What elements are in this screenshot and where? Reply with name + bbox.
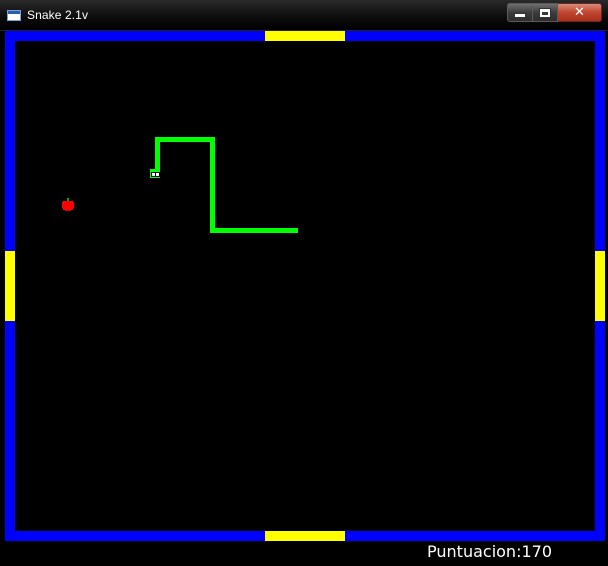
snake-body-segment: [155, 137, 215, 142]
maximize-button[interactable]: [533, 3, 558, 22]
maximize-icon: [539, 7, 551, 18]
score-label: Puntuacion:170: [427, 542, 552, 561]
snake-eye: [155, 172, 160, 177]
snake-body-segment: [210, 228, 298, 233]
minimize-icon: [514, 13, 526, 18]
window-controls: ✕: [507, 3, 602, 22]
game-area: [15, 41, 595, 531]
snake-head: [150, 169, 160, 178]
game-board: [5, 31, 605, 541]
title-bar[interactable]: Snake 2.1v ✕: [0, 0, 608, 31]
window-title: Snake 2.1v: [27, 8, 89, 22]
close-button[interactable]: ✕: [558, 3, 602, 22]
bottom-door: [265, 531, 345, 541]
snake-window: Snake 2.1v ✕ Puntuacion:170: [0, 0, 608, 566]
minimize-button[interactable]: [507, 3, 533, 22]
snake-body-segment: [210, 137, 215, 233]
snake-body-segment: [155, 137, 160, 173]
right-door: [595, 251, 605, 321]
status-bar: Puntuacion:170: [0, 541, 608, 566]
top-door: [265, 31, 345, 41]
window-app-icon[interactable]: [7, 10, 21, 21]
close-icon: ✕: [574, 5, 585, 20]
apple-icon: [62, 198, 74, 211]
left-door: [5, 251, 15, 321]
